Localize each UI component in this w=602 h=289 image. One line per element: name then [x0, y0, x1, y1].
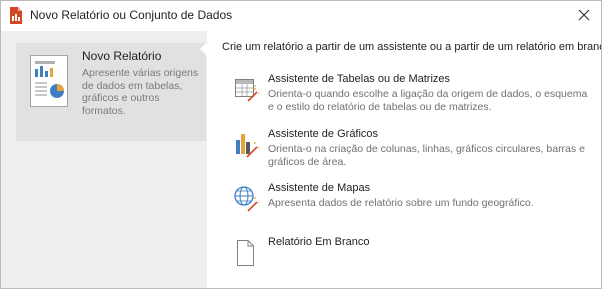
table-matrix-wizard-option[interactable]: Assistente de Tabelas ou de Matrizes Ori…	[233, 73, 593, 119]
sidebar: Novo Relatório Apresente várias origens …	[1, 31, 207, 288]
table-wizard-icon	[233, 75, 260, 103]
map-wizard-icon	[233, 184, 260, 212]
close-icon	[578, 9, 590, 21]
close-button[interactable]	[573, 4, 595, 26]
blank-report-option[interactable]: Relatório Em Branco	[233, 236, 593, 266]
option-title: Assistente de Gráficos	[268, 128, 379, 140]
option-description: Orienta-o na criação de colunas, linhas,…	[268, 143, 585, 168]
selection-pointer	[200, 42, 207, 56]
window-title: Novo Relatório ou Conjunto de Dados	[30, 8, 233, 22]
option-title: Assistente de Tabelas ou de Matrizes	[268, 73, 451, 85]
map-wizard-option[interactable]: Assistente de Mapas Apresenta dados de r…	[233, 182, 593, 218]
option-description: Apresenta dados de relatório sobre um fu…	[268, 197, 534, 209]
chart-wizard-option[interactable]: Assistente de Gráficos Orienta-o na cria…	[233, 128, 593, 174]
new-report-description: Apresente várias origens de dados em tab…	[82, 67, 199, 117]
report-thumbnail-icon	[30, 55, 68, 112]
chart-wizard-icon	[233, 130, 260, 158]
option-title: Relatório Em Branco	[268, 236, 370, 248]
option-title: Assistente de Mapas	[268, 182, 371, 194]
title-bar: Novo Relatório ou Conjunto de Dados	[1, 1, 601, 29]
dialog-window: Novo Relatório ou Conjunto de Dados Novo…	[0, 0, 602, 289]
intro-text: Crie um relatório a partir de um assiste…	[222, 41, 602, 53]
report-file-icon	[9, 7, 23, 24]
blank-page-icon	[233, 238, 259, 266]
option-description: Orienta-o quando escolhe a ligação da or…	[268, 88, 588, 113]
new-report-item[interactable]: Novo Relatório Apresente várias origens …	[16, 43, 206, 141]
new-report-title: Novo Relatório	[82, 49, 162, 63]
